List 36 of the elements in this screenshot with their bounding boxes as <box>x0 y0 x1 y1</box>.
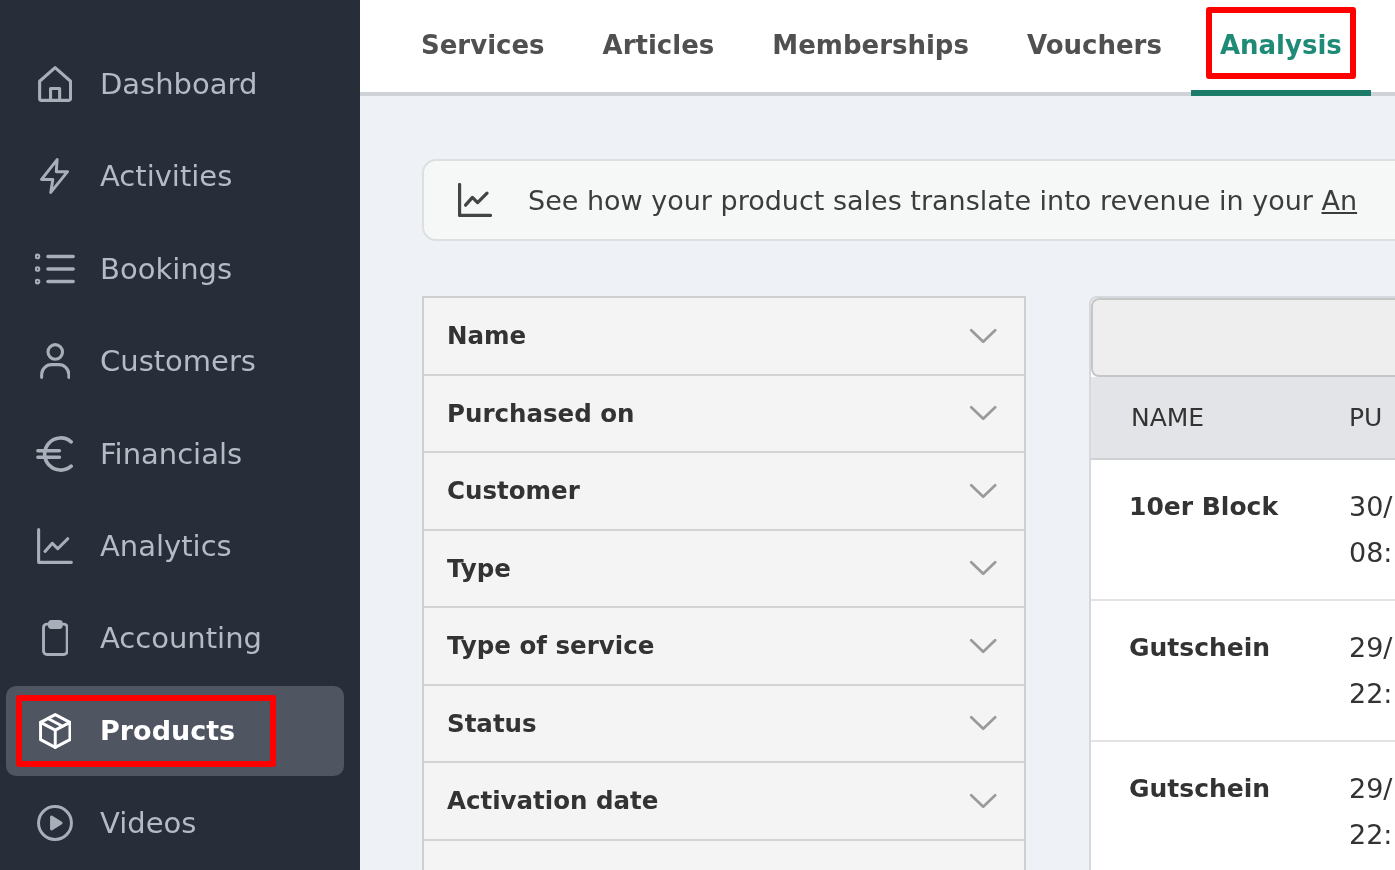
tab[interactable]: Analysis <box>1190 0 1371 96</box>
play-icon <box>37 805 73 842</box>
lightning-icon <box>40 158 70 195</box>
line-chart-icon <box>37 527 73 564</box>
column-header[interactable]: NAME <box>1091 403 1349 432</box>
column-header[interactable]: PU <box>1349 403 1395 432</box>
table-cell-text: 10er Block <box>1128 491 1280 523</box>
tab[interactable]: Articles <box>573 0 744 96</box>
sidebar-item[interactable]: Accounting <box>6 593 344 684</box>
sidebar-item[interactable]: Products <box>6 685 344 776</box>
sidebar-item[interactable]: Activities <box>6 131 344 222</box>
tab[interactable]: Vouchers <box>997 0 1191 96</box>
tab[interactable]: Services <box>392 0 574 96</box>
sidebar-item[interactable]: Customers <box>6 316 344 407</box>
sidebar-item[interactable]: Videos <box>6 778 344 869</box>
table-cell-text: 29/ 22: <box>1349 631 1394 711</box>
sidebar-item[interactable]: Dashboard <box>6 39 344 129</box>
table-cell-text: Gutschein <box>1128 632 1272 664</box>
house-icon <box>37 66 73 102</box>
sidebar-item[interactable]: Financials <box>6 408 344 499</box>
banner-text: See how your product sales translate into revenue in your An <box>528 184 1358 216</box>
table-cell-text: Gutschein <box>1128 773 1272 805</box>
sidebar-item[interactable]: Analytics <box>6 500 344 591</box>
table-row[interactable]: Gutschein 29/ 22: <box>1091 601 1395 742</box>
table-row[interactable]: 10er Block 30/ 08: <box>1091 460 1395 601</box>
table-cell-text: 30/ 08: <box>1349 490 1394 570</box>
tab[interactable]: Memberships <box>743 0 998 96</box>
cube-icon <box>38 712 72 749</box>
text-link[interactable]: An <box>1321 184 1358 216</box>
clipboard-icon <box>41 620 69 657</box>
line-chart-icon <box>458 183 492 217</box>
table-row[interactable]: Gutschein 29/ 22: <box>1091 742 1395 858</box>
euro-icon <box>36 435 74 472</box>
person-icon <box>39 343 71 380</box>
table-cell-text: 29/ 22: <box>1349 772 1394 852</box>
sidebar-item[interactable]: Bookings <box>6 223 344 314</box>
